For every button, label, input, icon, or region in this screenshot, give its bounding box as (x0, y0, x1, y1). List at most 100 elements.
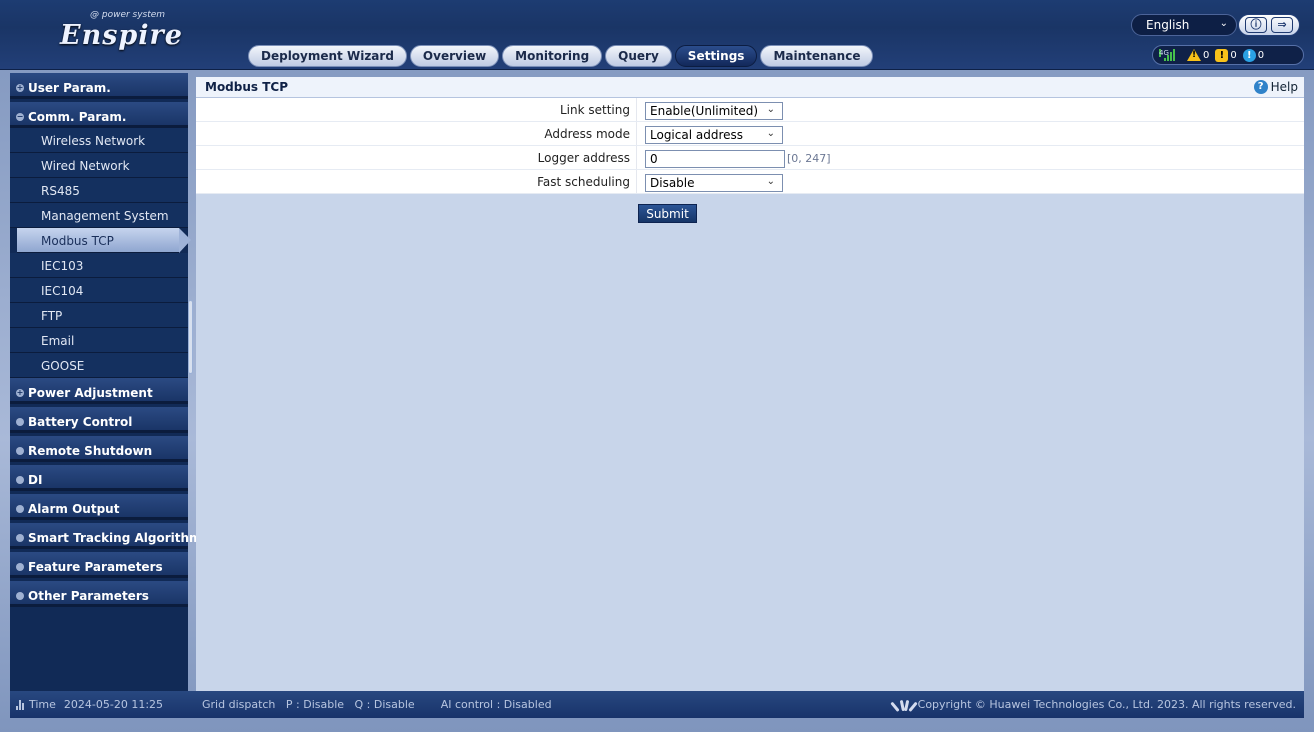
major-alarm-count: 0 (1203, 49, 1210, 61)
sidebar-group-power-adjustment[interactable]: + Power Adjustment (10, 378, 188, 404)
chevron-down-icon: ⌄ (766, 103, 775, 115)
sidebar-group-battery-control[interactable]: Battery Control (10, 407, 188, 433)
link-setting-select[interactable]: Enable(Unlimited) ⌄ (645, 101, 783, 120)
minor-alarm-indicator[interactable]: ! 0 (1215, 48, 1237, 62)
status-footer: Time 2024-05-20 11:25 Grid dispatch P : … (10, 691, 1304, 718)
sidebar-group-label: Remote Shutdown (28, 443, 153, 458)
logger-address-input[interactable] (645, 149, 785, 168)
sidebar-group-di[interactable]: DI (10, 465, 188, 491)
tab-query[interactable]: Query (605, 45, 672, 67)
footer-time: Time 2024-05-20 11:25 (16, 698, 194, 711)
bullet-icon (16, 504, 24, 513)
sidebar-collapse-handle[interactable] (188, 300, 193, 374)
submit-button[interactable]: Submit (638, 204, 697, 223)
tab-monitoring[interactable]: Monitoring (502, 45, 603, 67)
bullet-icon (16, 533, 24, 542)
sidebar-group-label: Power Adjustment (28, 385, 153, 400)
sidebar-group-alarm-output[interactable]: Alarm Output (10, 494, 188, 520)
sidebar-item-wireless-network[interactable]: Wireless Network (10, 128, 188, 153)
link-setting-field: Enable(Unlimited) ⌄ (637, 98, 783, 121)
sidebar-group-label: Comm. Param. (28, 109, 127, 124)
tab-settings[interactable]: Settings (674, 45, 758, 67)
fast-scheduling-label: Fast scheduling (196, 170, 637, 193)
sidebar-item-iec103[interactable]: IEC103 (10, 253, 188, 278)
chevron-down-icon: ⌄ (1219, 18, 1228, 29)
language-value: English (1146, 18, 1190, 32)
main-content: Modbus TCP ? Help Link setting Enable(Un… (196, 77, 1304, 691)
logger-address-range: [0, 247] (787, 152, 831, 165)
expand-icon: + (16, 82, 24, 92)
sidebar-item-management-system[interactable]: Management System (10, 203, 188, 228)
fast-scheduling-select[interactable]: Disable ⌄ (645, 173, 783, 192)
sidebar-group-smart-tracking-algorithm[interactable]: Smart Tracking Algorithm (10, 523, 202, 549)
bullet-icon (16, 475, 24, 484)
time-value: 2024-05-20 11:25 (63, 698, 164, 711)
top-header: @ power system Enspire English ⌄ ⓘ ⇒ Dep… (0, 0, 1314, 70)
signal-type-label: 4G (1159, 49, 1169, 57)
tab-deployment-wizard[interactable]: Deployment Wizard (248, 45, 407, 67)
warning-alarm-indicator[interactable]: ! 0 (1242, 48, 1264, 62)
sidebar-group-remote-shutdown[interactable]: Remote Shutdown (10, 436, 188, 462)
warning-triangle-icon (1187, 49, 1201, 61)
help-link[interactable]: ? Help (1253, 80, 1298, 94)
sidebar-group-user-param[interactable]: + User Param. (10, 73, 188, 99)
fast-scheduling-field: Disable ⌄ (637, 170, 783, 193)
sidebar-item-goose[interactable]: GOOSE (10, 353, 188, 378)
logo-tagline: @ power system (90, 10, 166, 20)
info-circle-icon: ! (1242, 48, 1256, 62)
bar-chart-icon (16, 699, 24, 710)
signal-strength-icon: 4G (1159, 49, 1175, 61)
tab-overview[interactable]: Overview (409, 45, 500, 67)
sidebar-group-label: User Param. (28, 80, 111, 95)
sidebar-group-label: Feature Parameters (28, 559, 163, 574)
language-select[interactable]: English ⌄ (1131, 14, 1237, 36)
sidebar-group-feature-parameters[interactable]: Feature Parameters (10, 552, 188, 578)
bullet-icon (16, 417, 24, 426)
link-setting-label: Link setting (196, 98, 637, 121)
time-label: Time (29, 698, 56, 711)
ai-control-status: AI control : Disabled (440, 698, 552, 711)
content-header: Modbus TCP ? Help (196, 77, 1304, 98)
help-icon: ? (1253, 80, 1268, 94)
bullet-icon (16, 591, 24, 600)
info-icon[interactable]: ⓘ (1245, 17, 1267, 33)
collapse-icon: − (16, 111, 24, 121)
header-action-buttons: ⓘ ⇒ (1238, 14, 1300, 36)
address-mode-label: Address mode (196, 122, 637, 145)
form-row-logger-address: Logger address [0, 247] (196, 146, 1304, 170)
expand-icon: + (16, 387, 24, 397)
sidebar-item-ftp[interactable]: FTP (10, 303, 188, 328)
logger-address-field: [0, 247] (637, 146, 831, 169)
sidebar-group-label: DI (28, 472, 43, 487)
address-mode-field: Logical address ⌄ (637, 122, 783, 145)
copyright: Copyright © Huawei Technologies Co., Ltd… (889, 698, 1296, 712)
bullet-icon (16, 562, 24, 571)
page-title: Modbus TCP (205, 80, 289, 94)
form-row-address-mode: Address mode Logical address ⌄ (196, 122, 1304, 146)
minor-alarm-count: 0 (1230, 49, 1237, 61)
sidebar-item-modbus-tcp[interactable]: Modbus TCP (17, 228, 191, 253)
enspire-logo: @ power system Enspire (60, 8, 182, 51)
address-mode-select[interactable]: Logical address ⌄ (645, 125, 783, 144)
sidebar-item-iec104[interactable]: IEC104 (10, 278, 188, 303)
major-alarm-indicator[interactable]: 0 (1187, 49, 1209, 61)
sidebar-group-label: Smart Tracking Algorithm (28, 530, 202, 545)
tab-maintenance[interactable]: Maintenance (760, 45, 874, 67)
sidebar-group-other-parameters[interactable]: Other Parameters (10, 581, 188, 607)
main-nav-tabs: Deployment Wizard Overview Monitoring Qu… (248, 45, 874, 67)
exclamation-square-icon: ! (1215, 48, 1229, 62)
logger-address-label: Logger address (196, 146, 637, 169)
form-row-link-setting: Link setting Enable(Unlimited) ⌄ (196, 98, 1304, 122)
sidebar-group-label: Other Parameters (28, 588, 149, 603)
grid-dispatch-status: Grid dispatch P : Disable Q : Disable (202, 698, 415, 711)
logout-icon[interactable]: ⇒ (1271, 17, 1293, 33)
sidebar-item-rs485[interactable]: RS485 (10, 178, 188, 203)
sidebar-item-wired-network[interactable]: Wired Network (10, 153, 188, 178)
sidebar-item-email[interactable]: Email (10, 328, 188, 353)
sidebar-group-label: Alarm Output (28, 501, 120, 516)
help-label: Help (1270, 80, 1298, 94)
sidebar-group-comm-param[interactable]: − Comm. Param. (10, 102, 188, 128)
form-row-fast-scheduling: Fast scheduling Disable ⌄ (196, 170, 1304, 194)
status-indicator-bar: 4G 0 ! 0 ! 0 (1152, 45, 1304, 65)
copyright-text: Copyright © Huawei Technologies Co., Ltd… (917, 698, 1296, 711)
